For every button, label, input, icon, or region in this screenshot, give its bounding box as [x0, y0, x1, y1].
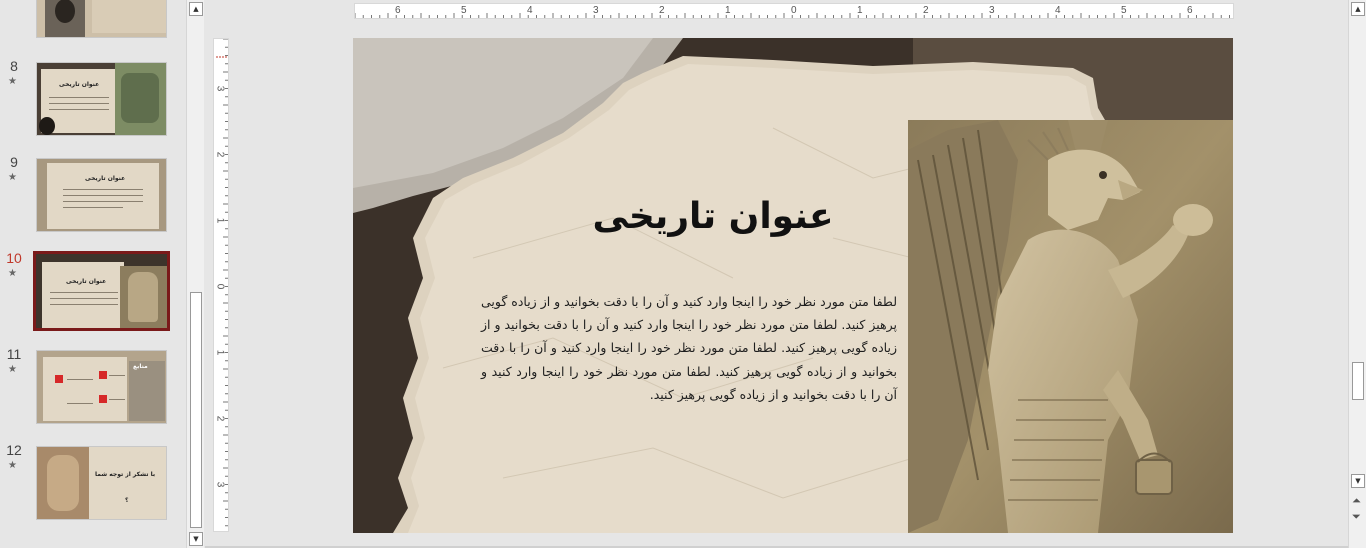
scrollbar-thumb[interactable]	[1352, 362, 1364, 400]
animation-star-icon: ★	[8, 76, 17, 87]
slide-thumbnail-11[interactable]: منابع	[36, 350, 167, 424]
ruler-label: 2	[214, 151, 226, 158]
thumb-title: با تشکر از توجه شما	[95, 471, 156, 478]
slide-thumbnail-7[interactable]	[36, 0, 167, 38]
animation-star-icon: ★	[8, 172, 17, 183]
presentation-editor: 8 ★ عنوان تاریخی 9 ★ عنوان تاریخی 10 ★ ع…	[0, 0, 1366, 548]
thumb-title: عنوان تاریخی	[66, 278, 107, 285]
ruler-label: 3	[214, 85, 226, 92]
animation-star-icon: ★	[8, 268, 17, 279]
ruler-label: 3	[989, 5, 995, 16]
slide-scrollbar[interactable]: ▲ ▼ ⏶ ⏷	[1348, 0, 1366, 548]
ruler-label: 4	[1055, 5, 1061, 16]
slide-canvas[interactable]: عنوان تاریخی لطفا متن مورد نظر خود را ای…	[353, 38, 1233, 533]
ruler-label: 1	[857, 5, 863, 16]
slide-thumbnail-10[interactable]: عنوان تاریخی	[33, 251, 170, 331]
scroll-down-icon[interactable]: ▼	[189, 532, 203, 546]
thumb-subtitle: ؟	[125, 497, 129, 504]
ruler-label: 1	[214, 217, 226, 224]
ruler-label: 1	[214, 349, 226, 356]
scroll-down-icon[interactable]: ▼	[1351, 474, 1365, 488]
ruler-label: 6	[395, 5, 401, 16]
ruler-label: 2	[659, 5, 665, 16]
ruler-label: 4	[527, 5, 533, 16]
animation-star-icon: ★	[8, 460, 17, 471]
ruler-label: 3	[593, 5, 599, 16]
assyrian-relief-image[interactable]	[908, 120, 1233, 533]
thumbnail-scrollbar[interactable]: ▲ ▼	[186, 0, 204, 548]
previous-slide-icon[interactable]: ⏶	[1352, 494, 1361, 508]
scroll-up-icon[interactable]: ▲	[1351, 2, 1365, 16]
vertical-ruler[interactable]: 3 2 1 0 1 2 3	[213, 38, 229, 532]
ruler-label: 0	[791, 5, 797, 16]
scrollbar-thumb[interactable]	[190, 292, 202, 528]
ruler-label: 2	[214, 415, 226, 422]
slide-number: 9	[10, 154, 18, 170]
ruler-label: 3	[214, 481, 226, 488]
horizontal-ruler[interactable]: 6 5 4 3 2 1 0 1 2 3 4 5 6	[354, 3, 1234, 19]
ruler-label: 5	[1121, 5, 1127, 16]
thumb-title: عنوان تاریخی	[85, 175, 126, 182]
slide-thumbnail-pane: 8 ★ عنوان تاریخی 9 ★ عنوان تاریخی 10 ★ ع…	[0, 0, 186, 548]
thumb-title: عنوان تاریخی	[59, 81, 100, 88]
slide-number: 12	[6, 442, 22, 458]
slide-thumbnail-12[interactable]: با تشکر از توجه شما ؟	[36, 446, 167, 520]
slide-thumbnail-8[interactable]: عنوان تاریخی	[36, 62, 167, 136]
slide-thumbnail-9[interactable]: عنوان تاریخی	[36, 158, 167, 232]
ruler-label: 2	[923, 5, 929, 16]
next-slide-icon[interactable]: ⏷	[1352, 510, 1361, 524]
slide-title[interactable]: عنوان تاریخی	[553, 196, 873, 237]
scroll-up-icon[interactable]: ▲	[189, 2, 203, 16]
thumb-title: منابع	[133, 363, 148, 370]
ruler-label: 6	[1187, 5, 1193, 16]
ruler-label: 5	[461, 5, 467, 16]
slide-number: 10	[6, 250, 22, 266]
animation-star-icon: ★	[8, 364, 17, 375]
ruler-label: 0	[214, 283, 226, 290]
slide-number: 8	[10, 58, 18, 74]
slide-body-text[interactable]: لطفا متن مورد نظر خود را اینجا وارد کنید…	[481, 290, 897, 406]
slide-number: 11	[6, 346, 22, 362]
ruler-label: 1	[725, 5, 731, 16]
